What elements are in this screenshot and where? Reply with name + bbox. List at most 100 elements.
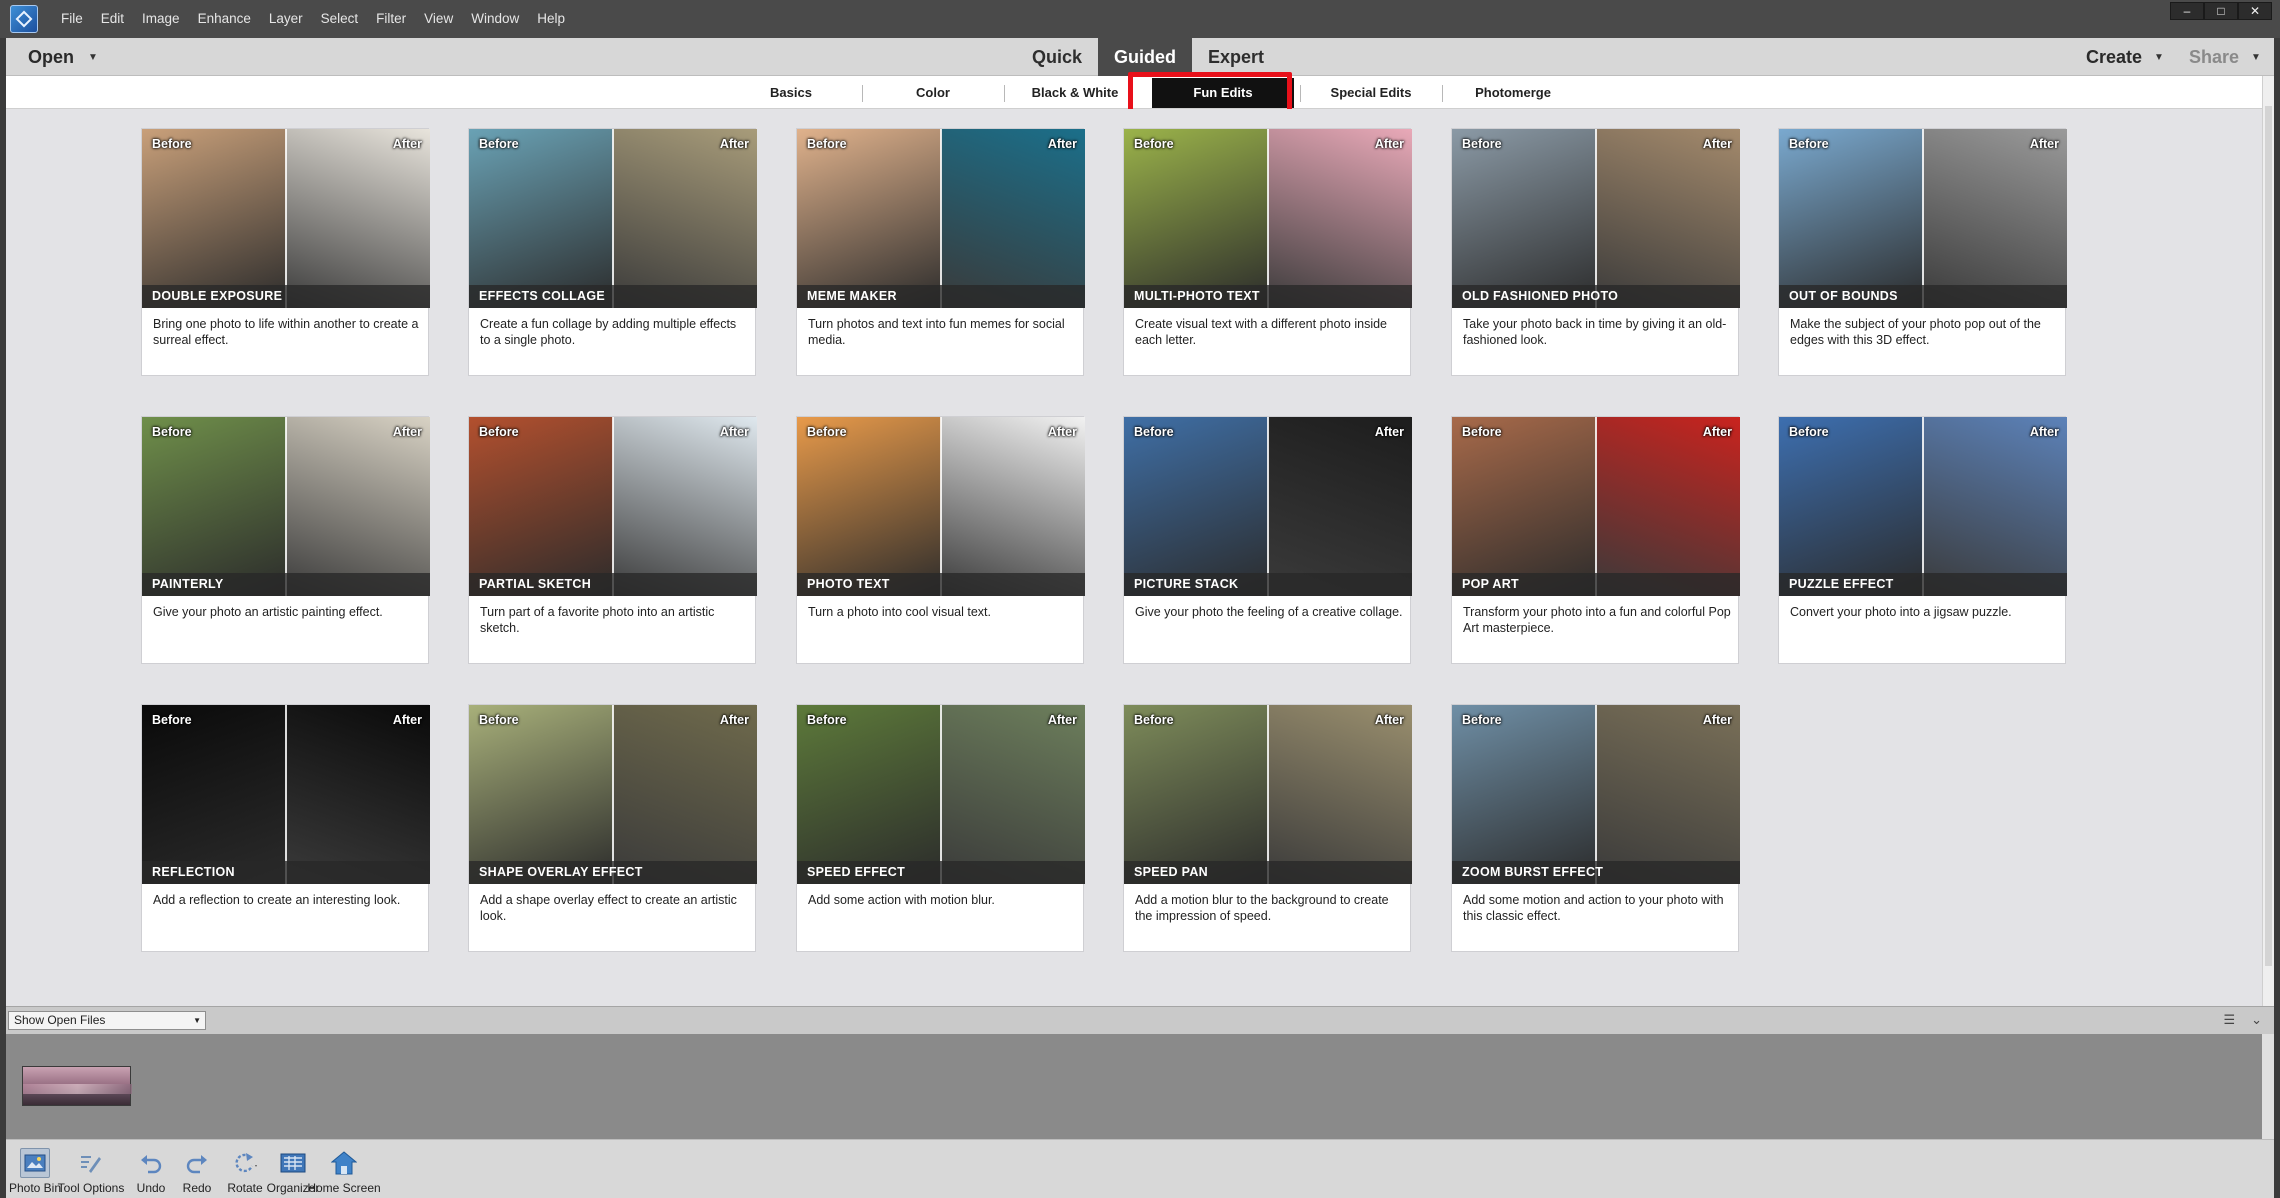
menu-help[interactable]: Help <box>528 0 574 38</box>
card-title-band: DOUBLE EXPOSURE <box>142 285 430 308</box>
guided-edit-card[interactable]: Before After POP ART Transform your photo i… <box>1451 416 1740 664</box>
card-preview-image: Before After PHOTO TEXT <box>797 417 1085 596</box>
before-after-divider <box>612 417 614 596</box>
maximize-button[interactable]: □ <box>2204 2 2238 20</box>
share-label: Share <box>2189 46 2240 67</box>
menu-file[interactable]: File <box>52 0 92 38</box>
guided-edit-card[interactable]: Before After PAINTERLY Give your photo an a… <box>141 416 430 664</box>
guided-edit-card[interactable]: Before After MEME MAKER Turn photos and tex… <box>796 128 1085 376</box>
before-after-divider <box>1595 417 1597 596</box>
photo-bin-button[interactable]: Photo Bin <box>8 1140 62 1198</box>
scrollbar-thumb[interactable] <box>2265 106 2272 966</box>
tab-quick[interactable]: Quick <box>1016 38 1098 76</box>
card-title-band: SPEED PAN <box>1124 861 1412 884</box>
before-image <box>1452 417 1596 596</box>
guided-edit-card[interactable]: Before After SPEED PAN Add a motion blur to… <box>1123 704 1412 952</box>
collapse-icon[interactable]: ⌄ <box>2251 1012 2262 1028</box>
menu-image[interactable]: Image <box>133 0 189 38</box>
menu-layer[interactable]: Layer <box>260 0 312 38</box>
bin-source-select[interactable]: Show Open Files ▼ <box>8 1011 206 1030</box>
after-image <box>613 705 757 884</box>
close-button[interactable]: ✕ <box>2238 2 2272 20</box>
open-button[interactable]: Open ▼ <box>28 38 98 76</box>
tab-special-edits[interactable]: Special Edits <box>1300 76 1442 109</box>
guided-edit-card[interactable]: Before After EFFECTS COLLAGE Create a fun c… <box>468 128 757 376</box>
menu-bar: File Edit Image Enhance Layer Select Fil… <box>0 0 2280 38</box>
guided-edit-card[interactable]: Before After OUT OF BOUNDS Make the subject… <box>1778 128 2067 376</box>
rotate-icon <box>230 1148 260 1178</box>
card-description: Turn a photo into cool visual text. <box>808 605 991 619</box>
before-image <box>1124 705 1268 884</box>
after-label: After <box>2029 137 2059 151</box>
guided-edit-card[interactable]: Before After PUZZLE EFFECT Convert your pho… <box>1778 416 2067 664</box>
menu-enhance[interactable]: Enhance <box>189 0 260 38</box>
app-logo-icon[interactable] <box>10 5 38 33</box>
bin-menu-icon[interactable]: ☰ <box>2223 1012 2235 1028</box>
card-title-band: PAINTERLY <box>142 573 430 596</box>
guided-edit-card[interactable]: Before After PARTIAL SKETCH Turn part of a … <box>468 416 757 664</box>
card-preview-image: Before After PUZZLE EFFECT <box>1779 417 2067 596</box>
photo-bin-label: Photo Bin <box>8 1181 62 1195</box>
card-description: Add some action with motion blur. <box>808 893 995 907</box>
tab-color[interactable]: Color <box>862 76 1004 109</box>
card-title-band: MULTI-PHOTO TEXT <box>1124 285 1412 308</box>
home-screen-button[interactable]: Home Screen <box>307 1140 381 1198</box>
guided-edit-card[interactable]: Before After MULTI-PHOTO TEXT Create visual… <box>1123 128 1412 376</box>
card-title-band: POP ART <box>1452 573 1740 596</box>
after-image <box>1268 129 1412 308</box>
guided-edit-card[interactable]: Before After SHAPE OVERLAY EFFECT Add a sha… <box>468 704 757 952</box>
before-after-divider <box>612 705 614 884</box>
after-image <box>1596 417 1740 596</box>
card-description: Create visual text with a different phot… <box>1135 317 1387 347</box>
after-label: After <box>1702 713 1732 727</box>
redo-button[interactable]: Redo <box>176 1140 218 1198</box>
photo-thumbnail[interactable] <box>22 1066 132 1106</box>
after-image <box>1268 705 1412 884</box>
rotate-label: Rotate <box>227 1181 263 1195</box>
menu-select[interactable]: Select <box>312 0 368 38</box>
bin-scrollbar[interactable] <box>2262 1034 2274 1139</box>
before-image <box>797 417 941 596</box>
bin-select-value: Show Open Files <box>14 1013 106 1027</box>
card-description: Bring one photo to life within another t… <box>153 317 419 347</box>
card-description: Add a reflection to create an interestin… <box>153 893 401 907</box>
guided-edit-card[interactable]: Before After OLD FASHIONED PHOTO Take your … <box>1451 128 1740 376</box>
create-button[interactable]: Create ▼ <box>2086 38 2164 76</box>
before-image <box>797 705 941 884</box>
guided-edit-card[interactable]: Before After SPEED EFFECT Add some action w… <box>796 704 1085 952</box>
guided-edit-card[interactable]: Before After DOUBLE EXPOSURE Bring one phot… <box>141 128 430 376</box>
undo-button[interactable]: Undo <box>130 1140 172 1198</box>
chevron-down-icon: ▼ <box>2251 51 2261 63</box>
rotate-button[interactable]: Rotate <box>222 1140 268 1198</box>
card-title: SPEED PAN <box>1134 865 1209 879</box>
tab-expert[interactable]: Expert <box>1192 38 1280 76</box>
after-label: After <box>1047 713 1077 727</box>
tab-basics[interactable]: Basics <box>720 76 862 109</box>
menu-filter[interactable]: Filter <box>367 0 415 38</box>
menu-view[interactable]: View <box>415 0 462 38</box>
tab-photomerge[interactable]: Photomerge <box>1442 76 1584 109</box>
menu-edit[interactable]: Edit <box>92 0 133 38</box>
card-preview-image: Before After POP ART <box>1452 417 1740 596</box>
guided-edit-card[interactable]: Before After PICTURE STACK Give your photo … <box>1123 416 1412 664</box>
card-title: PHOTO TEXT <box>807 577 890 591</box>
card-title: REFLECTION <box>152 865 235 879</box>
vertical-scrollbar[interactable] <box>2262 76 2274 1006</box>
after-label: After <box>719 713 749 727</box>
tab-fun-edits[interactable]: Fun Edits <box>1152 77 1294 108</box>
guided-edit-card[interactable]: Before After REFLECTION Add a reflection to… <box>141 704 430 952</box>
card-description: Add a motion blur to the background to c… <box>1135 893 1389 923</box>
tab-black-white[interactable]: Black & White <box>1004 76 1146 109</box>
mode-bar: Open ▼ Quick Guided Expert Create ▼ Shar… <box>6 38 2274 76</box>
card-title: EFFECTS COLLAGE <box>479 289 606 303</box>
share-button[interactable]: Share ▼ <box>2189 38 2261 76</box>
card-preview-image: Before After MULTI-PHOTO TEXT <box>1124 129 1412 308</box>
tool-options-button[interactable]: Tool Options <box>58 1140 124 1198</box>
minimize-button[interactable]: – <box>2170 2 2204 20</box>
card-title-band: SHAPE OVERLAY EFFECT <box>469 861 757 884</box>
before-label: Before <box>1462 425 1502 439</box>
guided-edit-card[interactable]: Before After PHOTO TEXT Turn a photo into c… <box>796 416 1085 664</box>
guided-edit-card[interactable]: Before After ZOOM BURST EFFECT Add some mot… <box>1451 704 1740 952</box>
menu-window[interactable]: Window <box>462 0 528 38</box>
tab-guided[interactable]: Guided <box>1098 38 1193 76</box>
